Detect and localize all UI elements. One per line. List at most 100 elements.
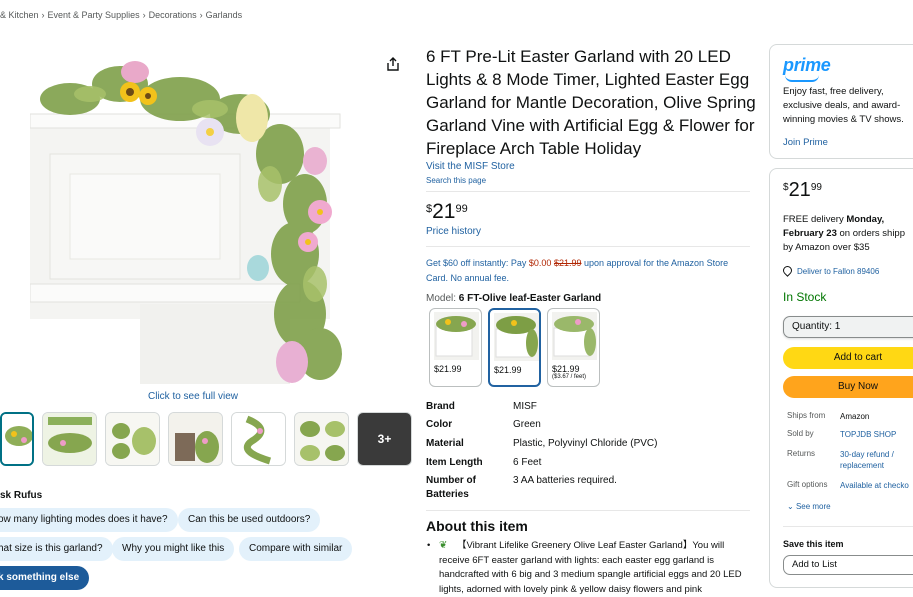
model-label: Model:: [426, 293, 459, 304]
product-price: $2199: [426, 200, 468, 224]
rufus-chip-size[interactable]: hat size is this garland?: [0, 537, 113, 561]
store-card-promo[interactable]: Get $60 off instantly: Pay $0.00 $21.99 …: [426, 256, 750, 286]
spec-key: Number of Batteries: [426, 475, 476, 500]
store-link[interactable]: Visit the MISF Store: [426, 161, 515, 172]
variant-image: [494, 313, 539, 361]
spec-key: Material: [426, 438, 464, 449]
variant-price: $21.99: [434, 364, 462, 374]
breadcrumb-separator: ›: [41, 10, 45, 20]
click-to-see-full-view[interactable]: Click to see full view: [148, 391, 238, 402]
chevron-down-icon: ⌄: [787, 502, 794, 511]
price-fraction: 99: [810, 182, 822, 193]
variant-option[interactable]: $21.99 ($3.67 / feet): [547, 308, 600, 387]
detail-key: Gift options: [787, 480, 828, 489]
rufus-chip-compare[interactable]: Compare with similar: [239, 537, 353, 561]
thumbnail-strip: 3+: [0, 412, 412, 466]
delivery-day: Monday,: [846, 214, 885, 225]
share-icon[interactable]: [385, 56, 401, 72]
price-fraction: 99: [455, 203, 468, 215]
delivery-date: February 23: [783, 228, 837, 239]
see-more-link[interactable]: ⌄ See more: [787, 502, 831, 511]
breadcrumb-item[interactable]: Garlands: [206, 10, 243, 20]
variant-image: [434, 312, 479, 360]
prime-smile-icon: [785, 75, 819, 82]
spec-key: Color: [426, 419, 453, 430]
divider: [426, 510, 750, 511]
product-title: 6 FT Pre-Lit Easter Garland with 20 LED …: [426, 47, 756, 158]
buy-box-price: $2199: [783, 179, 822, 202]
rufus-chip-why-like[interactable]: Why you might like this: [112, 537, 235, 561]
promo-pay-amount: $0.00: [528, 258, 552, 268]
variant-price: $21.99: [552, 364, 580, 374]
variant-unit-price: ($3.67 / feet): [552, 374, 587, 380]
breadcrumb-separator: ›: [199, 10, 203, 20]
quantity-select[interactable]: Quantity: 1: [783, 316, 913, 338]
price-symbol: $: [783, 182, 789, 193]
spec-value: Plastic, Polyvinyl Chloride (PVC): [513, 438, 658, 449]
add-to-list-button[interactable]: Add to List: [783, 555, 913, 575]
detail-value: Amazon: [840, 412, 870, 421]
buy-now-button[interactable]: Buy Now: [783, 376, 913, 398]
leaf-icon: ❦: [439, 540, 448, 551]
deliver-to-text: Deliver to Fallon 89406: [797, 267, 880, 276]
location-pin-icon: [781, 264, 794, 277]
prime-description: Enjoy fast, free delivery, exclusive dea…: [783, 86, 904, 125]
join-prime-link[interactable]: Join Prime: [783, 137, 828, 148]
prime-logo: prime: [783, 55, 831, 82]
stock-status: In Stock: [783, 290, 827, 304]
breadcrumb-item[interactable]: Event & Party Supplies: [48, 10, 140, 20]
deliver-to-link[interactable]: Deliver to Fallon 89406: [781, 264, 880, 277]
variant-option[interactable]: $21.99: [429, 308, 482, 387]
thumbnail[interactable]: [0, 412, 34, 466]
promo-text: Get $60 off instantly: Pay: [426, 258, 529, 268]
breadcrumb-item[interactable]: Decorations: [149, 10, 197, 20]
spec-value: 6 Feet: [513, 457, 542, 468]
prime-promo-box: prime Enjoy fast, free delivery, exclusi…: [769, 44, 913, 159]
rufus-ask-something-else[interactable]: k something else: [0, 566, 90, 590]
detail-key: Returns: [787, 449, 816, 458]
about-bullet-text: 【Vibrant Lifelike Greenery Olive Leaf Ea…: [439, 540, 742, 595]
main-product-image[interactable]: [30, 44, 358, 384]
thumbnail[interactable]: [42, 412, 97, 466]
thumbnail[interactable]: [105, 412, 160, 466]
spec-key: Brand: [426, 401, 455, 412]
quantity-value: Quantity: 1: [792, 321, 841, 332]
spec-value: MISF: [513, 401, 537, 412]
model-selector-label: Model: 6 FT-Olive leaf-Easter Garland: [426, 293, 601, 304]
divider: [426, 191, 750, 192]
price-history-link[interactable]: Price history: [426, 226, 481, 237]
sold-by-link[interactable]: TOPJDB SHOP: [840, 429, 896, 440]
bullet-dot: •: [427, 540, 431, 551]
promo-original-amount: $21.99: [553, 258, 582, 268]
delivery-info: FREE delivery Monday, February 23 on ord…: [783, 213, 913, 255]
variant-image: [552, 312, 597, 360]
about-this-item-heading: About this item: [426, 518, 528, 534]
thumbnail[interactable]: [231, 412, 286, 466]
price-whole: 21: [788, 179, 811, 201]
gift-options-link[interactable]: Available at checko: [840, 480, 909, 491]
search-this-page-link[interactable]: Search this page: [426, 176, 486, 185]
variant-option-selected[interactable]: $21.99: [488, 308, 541, 387]
breadcrumb-separator: ›: [142, 10, 146, 20]
delivery-text: on orders shipp: [836, 228, 906, 239]
buy-box: $2199 FREE delivery Monday, February 23 …: [769, 168, 913, 588]
about-bullet: • ❦ 【Vibrant Lifelike Greenery Olive Lea…: [427, 539, 749, 597]
thumbnail[interactable]: [168, 412, 223, 466]
add-to-cart-button[interactable]: Add to cart: [783, 347, 913, 369]
save-item-heading: Save this item: [783, 539, 844, 549]
thumbnail[interactable]: [294, 412, 349, 466]
price-symbol: $: [426, 203, 433, 215]
more-images-count: 3+: [377, 432, 392, 446]
divider: [783, 526, 913, 527]
rufus-chip-outdoors[interactable]: Can this be used outdoors?: [178, 508, 321, 532]
more-images-thumbnail[interactable]: 3+: [357, 412, 412, 466]
see-more-label: See more: [795, 502, 831, 511]
returns-link[interactable]: 30-day refund / replacement: [840, 449, 913, 471]
delivery-text: by Amazon over $35: [783, 242, 870, 253]
prime-logo-text: prime: [783, 55, 831, 75]
breadcrumb-item[interactable]: & Kitchen: [0, 10, 39, 20]
rufus-title: sk Rufus: [0, 490, 43, 501]
delivery-text: FREE delivery: [783, 214, 847, 225]
rufus-chip-lighting-modes[interactable]: ow many lighting modes does it have?: [0, 508, 178, 532]
divider: [426, 246, 750, 247]
